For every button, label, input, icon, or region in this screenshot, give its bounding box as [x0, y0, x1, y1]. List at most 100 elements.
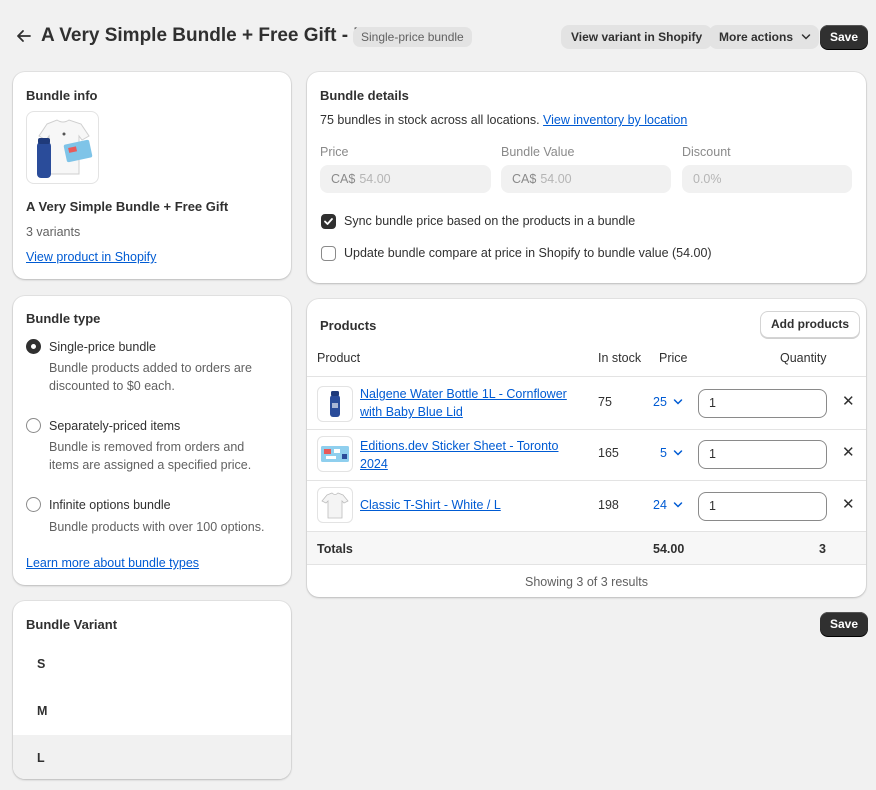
bundle-value-prefix: CA$: [512, 172, 537, 186]
totals-row: Totals 54.00 3: [307, 531, 866, 565]
price-value: 5: [660, 446, 667, 460]
variant-item-l[interactable]: L: [13, 735, 291, 779]
product-link[interactable]: Classic T-Shirt - White / L: [360, 496, 585, 514]
price-select[interactable]: 24: [653, 498, 683, 512]
save-button[interactable]: Save: [820, 25, 869, 49]
more-actions-button[interactable]: More actions: [709, 25, 820, 49]
variant-item-m[interactable]: M: [13, 688, 291, 735]
column-product: Product: [317, 351, 361, 365]
quantity-input[interactable]: 1: [698, 389, 827, 418]
sticker-sheet-icon: [321, 446, 349, 462]
totals-price: 54.00: [653, 542, 685, 556]
bundle-variant-card: Bundle Variant S M L: [13, 601, 291, 779]
learn-more-link[interactable]: Learn more about bundle types: [26, 556, 199, 570]
variant-label: M: [37, 704, 48, 718]
product-link[interactable]: Editions.dev Sticker Sheet - Toronto 202…: [360, 437, 585, 473]
chevron-down-icon: [801, 34, 811, 40]
radio-infinite-options[interactable]: [26, 497, 41, 512]
back-arrow-icon[interactable]: [14, 26, 34, 46]
price-value: 24: [653, 498, 667, 512]
totals-label: Totals: [317, 542, 353, 556]
option-infinite-options-label: Infinite options bundle: [49, 498, 171, 512]
bundle-type-card: Bundle type Single-price bundle Bundle p…: [13, 296, 291, 585]
bundle-details-card: Bundle details 75 bundles in stock acros…: [307, 72, 866, 283]
inventory-link[interactable]: View inventory by location: [543, 113, 687, 127]
results-footer: Showing 3 of 3 results: [525, 575, 648, 589]
variant-label: L: [37, 751, 45, 765]
quantity-input[interactable]: 1: [698, 440, 827, 469]
chevron-down-icon: [674, 399, 683, 405]
product-thumbnail: [317, 487, 353, 523]
radio-single-price[interactable]: [26, 339, 41, 354]
product-thumbnail: [317, 386, 353, 422]
compare-price-label: Update bundle compare at price in Shopif…: [344, 246, 712, 260]
variant-item-s[interactable]: S: [13, 641, 291, 688]
bundle-type-badge: Single-price bundle: [353, 27, 472, 47]
option-infinite-options-desc-1: Bundle products with over 100 options.: [49, 520, 265, 534]
price-value: 25: [653, 395, 667, 409]
bundle-info-heading: Bundle info: [26, 88, 98, 103]
stock-text: 75 bundles in stock across all locations…: [320, 113, 540, 127]
t-shirt-icon: [321, 492, 349, 519]
chevron-down-icon: [674, 450, 683, 456]
variant-label: S: [37, 657, 46, 671]
remove-icon[interactable]: ✕: [842, 443, 855, 461]
quantity-input[interactable]: 1: [698, 492, 827, 521]
discount-value: 0.0%: [693, 172, 722, 186]
bundle-image-icon: [37, 119, 93, 178]
bundle-type-heading: Bundle type: [26, 311, 101, 326]
bundle-info-card: Bundle info A Very Simple Bundle + Free …: [13, 72, 291, 279]
in-stock-value: 165: [598, 446, 619, 460]
bundle-product-name: A Very Simple Bundle + Free Gift: [26, 199, 229, 214]
chevron-down-icon: [674, 502, 683, 508]
compare-price-checkbox[interactable]: [321, 246, 336, 261]
water-bottle-icon: [330, 391, 340, 417]
variants-count: 3 variants: [26, 225, 81, 239]
products-heading: Products: [320, 318, 377, 333]
radio-separately-priced[interactable]: [26, 418, 41, 433]
column-in-stock: In stock: [598, 351, 642, 365]
divider: [307, 429, 866, 430]
option-separately-priced-desc-2: items are assigned a specified price.: [49, 458, 252, 472]
remove-icon[interactable]: ✕: [842, 495, 855, 513]
page-title: A Very Simple Bundle + Free Gift - L: [41, 25, 365, 46]
product-link[interactable]: Nalgene Water Bottle 1L - Cornflower wit…: [360, 385, 585, 421]
add-products-button[interactable]: Add products: [760, 311, 860, 338]
divider: [307, 480, 866, 481]
product-thumbnail: [317, 436, 353, 472]
totals-quantity: 3: [819, 542, 826, 556]
price-label: Price: [320, 145, 349, 159]
column-quantity: Quantity: [780, 351, 827, 365]
option-single-price-desc-2: discounted to $0 each.: [49, 379, 175, 393]
view-product-link[interactable]: View product in Shopify: [26, 250, 156, 264]
column-price: Price: [659, 351, 688, 365]
discount-label: Discount: [682, 145, 731, 159]
bundle-value-label: Bundle Value: [501, 145, 575, 159]
sync-price-checkbox[interactable]: [321, 214, 336, 229]
price-value: 54.00: [359, 172, 391, 186]
price-field: CA$ 54.00: [320, 165, 491, 193]
option-single-price-label: Single-price bundle: [49, 340, 157, 354]
save-button-bottom[interactable]: Save: [820, 612, 869, 636]
checkmark-icon: [324, 218, 333, 225]
price-select[interactable]: 5: [660, 446, 683, 460]
bundle-variant-heading: Bundle Variant: [26, 617, 118, 632]
option-separately-priced-label: Separately-priced items: [49, 419, 181, 433]
option-single-price-desc-1: Bundle products added to orders are: [49, 361, 252, 375]
sync-price-label: Sync bundle price based on the products …: [344, 214, 636, 228]
price-select[interactable]: 25: [653, 395, 683, 409]
bundle-value-field: CA$ 54.00: [501, 165, 671, 193]
in-stock-value: 198: [598, 498, 619, 512]
bundle-value-value: 54.00: [540, 172, 572, 186]
view-variant-button[interactable]: View variant in Shopify: [561, 25, 713, 49]
discount-field: 0.0%: [682, 165, 852, 193]
in-stock-value: 75: [598, 395, 612, 409]
bundle-details-heading: Bundle details: [320, 88, 409, 103]
remove-icon[interactable]: ✕: [842, 392, 855, 410]
more-actions-label: More actions: [719, 30, 794, 44]
bundle-thumbnail: [26, 111, 99, 184]
option-separately-priced-desc-1: Bundle is removed from orders and: [49, 440, 245, 454]
products-card: Products Add products Product In stock P…: [307, 299, 866, 597]
page-header: A Very Simple Bundle + Free Gift - L Sin…: [0, 0, 876, 72]
price-prefix: CA$: [331, 172, 356, 186]
